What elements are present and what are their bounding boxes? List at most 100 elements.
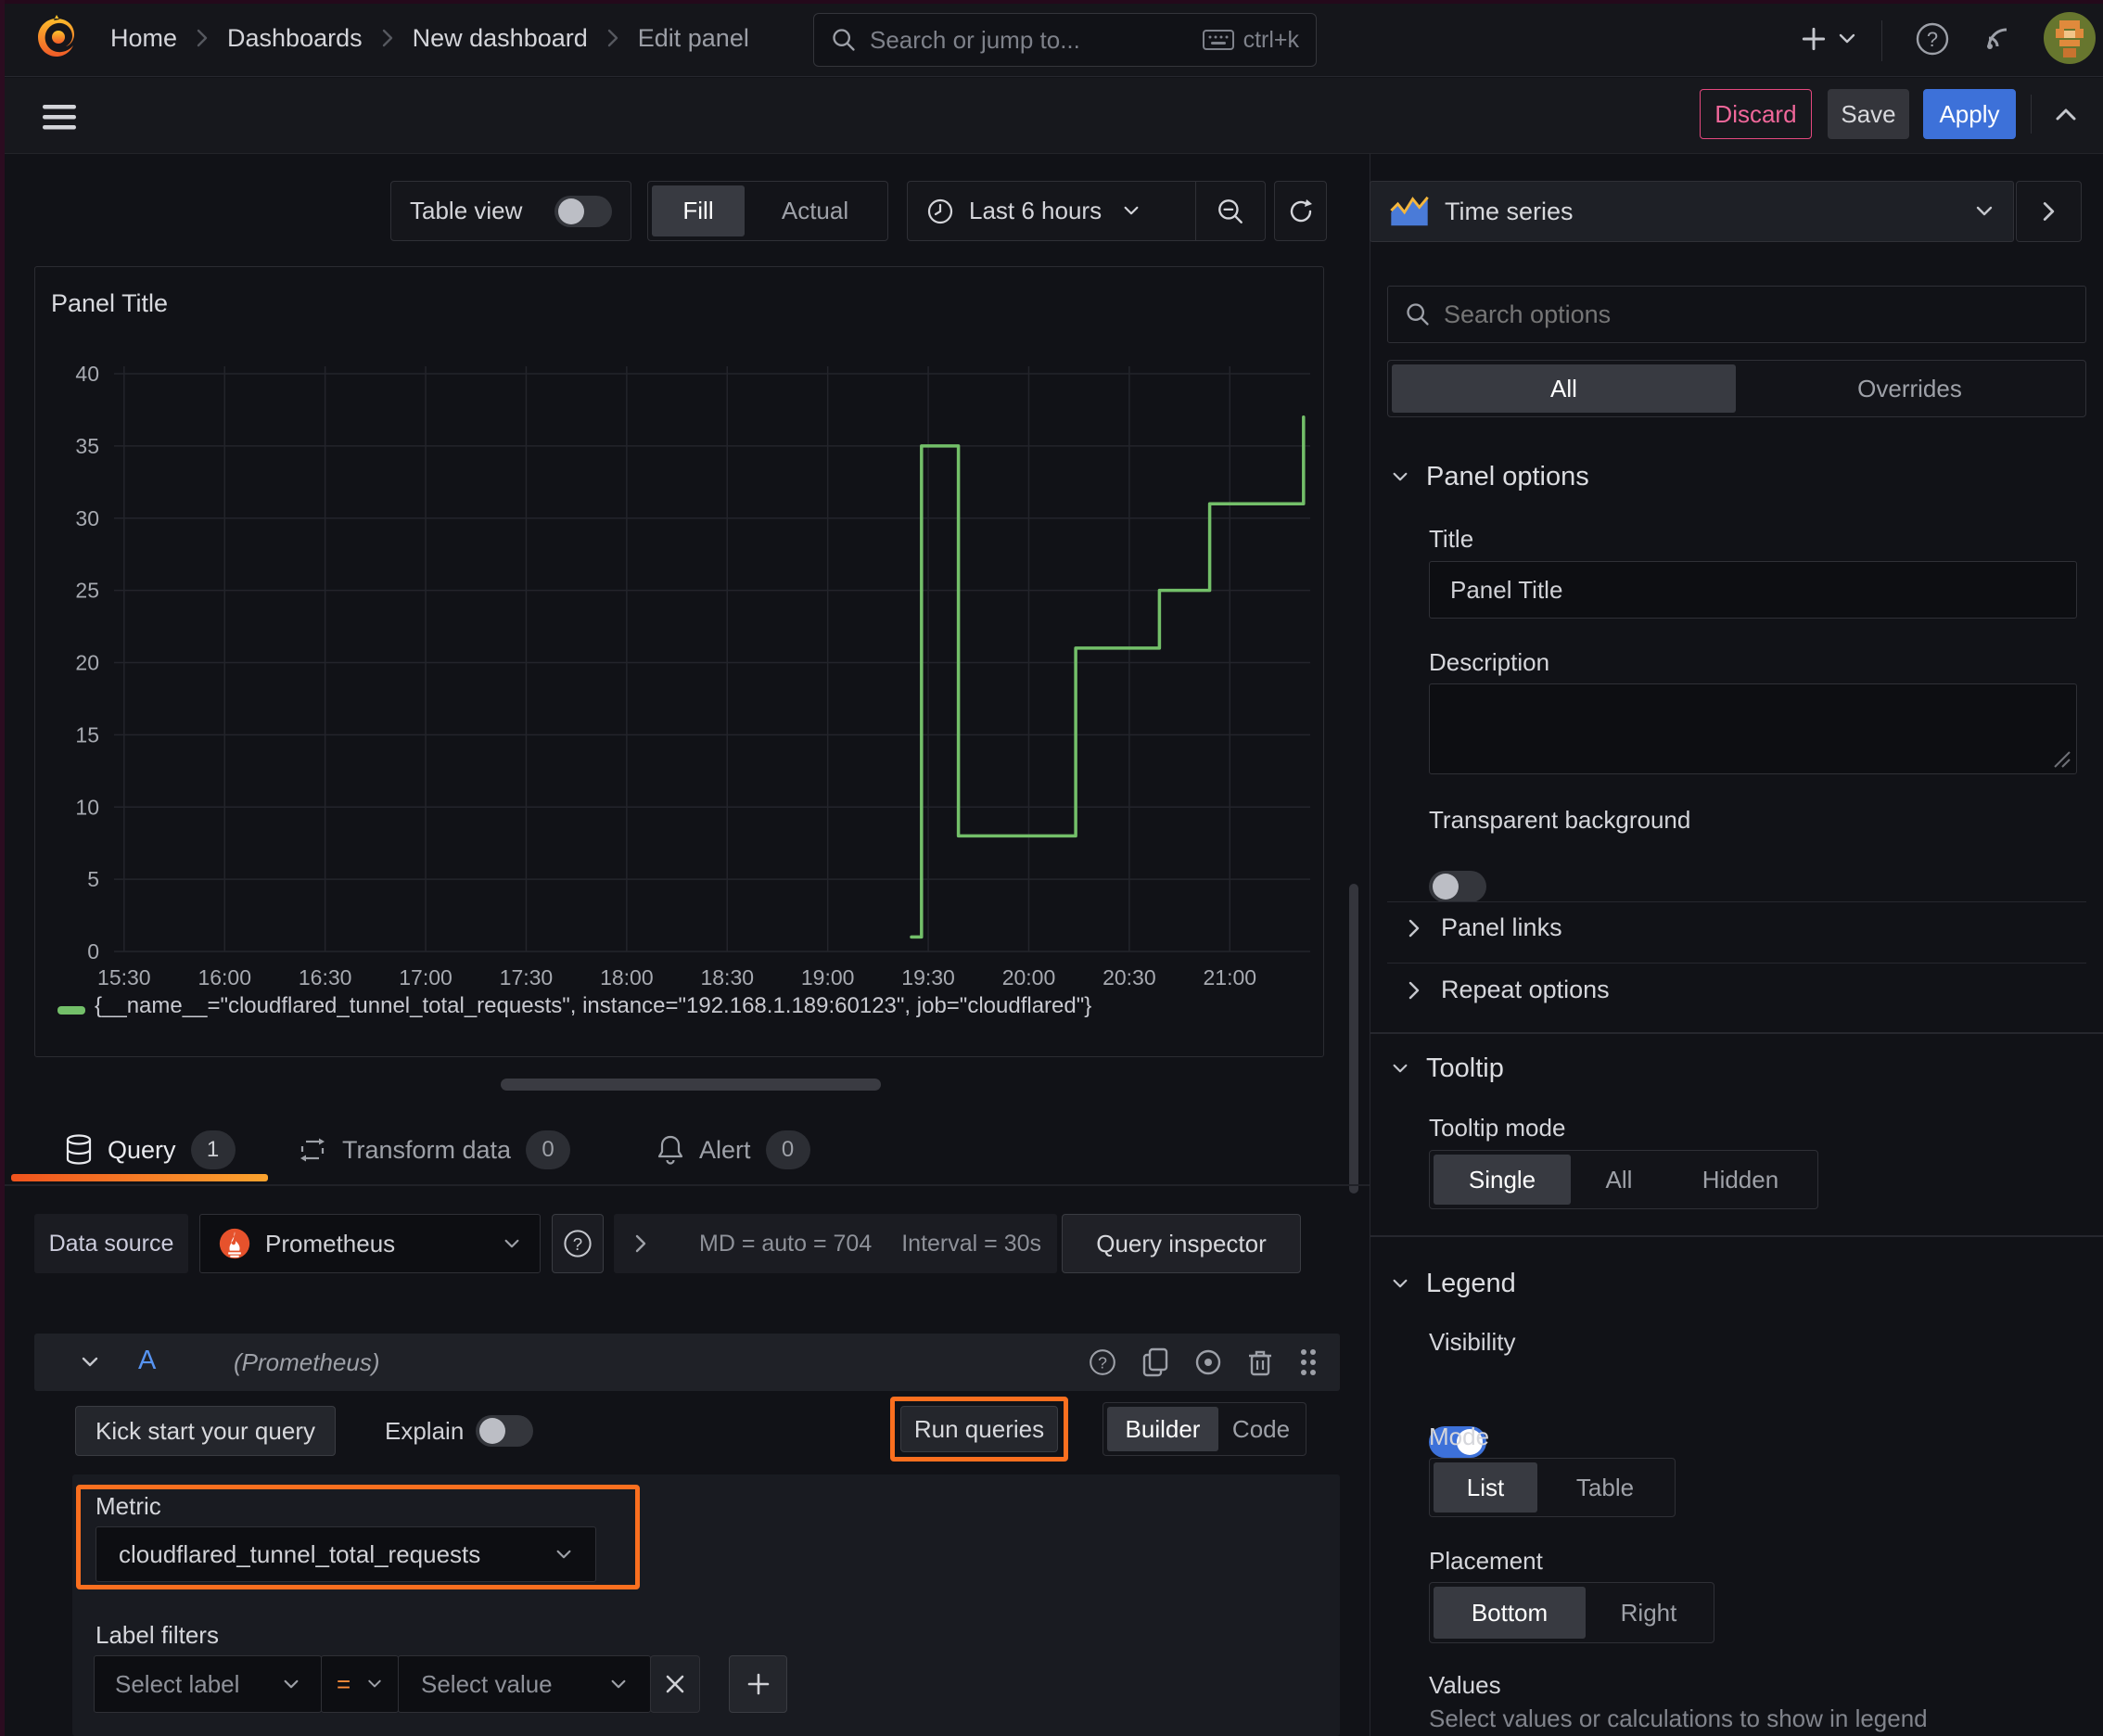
prometheus-icon [219, 1228, 250, 1259]
datasource-picker[interactable]: Prometheus [199, 1214, 541, 1273]
operator-dropdown[interactable]: = [321, 1655, 399, 1713]
svg-text:20:00: 20:00 [1002, 965, 1056, 989]
vertical-scrollbar[interactable] [1349, 884, 1358, 1194]
add-dropdown-toggle[interactable] [1834, 28, 1860, 50]
tooltip-single-option[interactable]: Single [1434, 1155, 1571, 1205]
legend-values-hint: Select values or calculations to show in… [1429, 1704, 1928, 1732]
svg-text:15:30: 15:30 [97, 965, 151, 989]
options-tab-all[interactable]: All [1392, 364, 1736, 413]
explain-toggle[interactable] [476, 1415, 533, 1447]
delete-query-button[interactable] [1247, 1347, 1273, 1377]
panel-title-input[interactable] [1429, 561, 2077, 619]
options-search[interactable] [1387, 286, 2086, 343]
placement-bottom-option[interactable]: Bottom [1434, 1587, 1586, 1639]
fill-option[interactable]: Fill [652, 185, 745, 236]
options-tab-overrides[interactable]: Overrides [1738, 364, 2082, 413]
breadcrumb-dashboards[interactable]: Dashboards [227, 24, 363, 53]
actual-option[interactable]: Actual [746, 185, 884, 236]
visualization-picker[interactable]: Time series [1370, 181, 2014, 242]
select-value-dropdown[interactable]: Select value [398, 1655, 651, 1713]
global-search[interactable]: ctrl+k [813, 13, 1317, 67]
search-input[interactable] [870, 25, 1190, 55]
repeat-options-header[interactable]: Repeat options [1408, 976, 1610, 1004]
add-filter-button[interactable] [729, 1655, 787, 1713]
breadcrumb-new-dashboard[interactable]: New dashboard [413, 24, 588, 53]
chevron-up-icon [2056, 108, 2076, 121]
chevron-right-icon [1408, 981, 1420, 999]
grafana-logo[interactable] [33, 13, 80, 65]
chevron-down-icon [1393, 472, 1408, 481]
discard-button[interactable]: Discard [1700, 89, 1812, 139]
tooltip-header[interactable]: Tooltip [1391, 1053, 1504, 1084]
help-button[interactable]: ? [1910, 19, 1955, 59]
refresh-button[interactable] [1274, 181, 1327, 241]
tooltip-all-option[interactable]: All [1573, 1155, 1665, 1205]
tab-alert[interactable]: Alert 0 [656, 1126, 810, 1174]
time-series-chart[interactable]: 0 5 10 15 20 25 30 35 40 15:30 16:00 16:30 17:00 17:3… [35, 267, 1325, 1058]
save-button[interactable]: Save [1828, 89, 1909, 139]
legend-series-label[interactable]: {__name__="cloudflared_tunnel_total_requ… [95, 993, 1091, 1019]
placement-right-option[interactable]: Right [1587, 1587, 1710, 1639]
toggle-knob [558, 198, 584, 224]
panel-options-header[interactable]: Panel options [1391, 462, 1589, 492]
collapse-query-button[interactable] [71, 1334, 108, 1391]
builder-option[interactable]: Builder [1107, 1407, 1218, 1451]
tab-query[interactable]: Query 1 [65, 1126, 236, 1174]
table-view-label: Table view [410, 197, 523, 224]
datasource-name: Prometheus [265, 1229, 396, 1257]
code-option[interactable]: Code [1220, 1407, 1302, 1451]
panel-links-header[interactable]: Panel links [1408, 913, 1562, 942]
svg-text:5: 5 [87, 867, 99, 891]
tab-transform[interactable]: Transform data 0 [298, 1126, 571, 1174]
legend-list-option[interactable]: List [1434, 1462, 1537, 1513]
add-button[interactable] [1793, 20, 1834, 57]
time-range-label: Last 6 hours [969, 197, 1102, 224]
chevron-right-icon [1408, 919, 1420, 937]
query-inspector-button[interactable]: Query inspector [1062, 1214, 1301, 1273]
panel-resize-handle[interactable] [501, 1079, 881, 1091]
legend-header[interactable]: Legend [1391, 1269, 1516, 1299]
clock-icon [927, 198, 953, 223]
options-search-input[interactable] [1444, 300, 2069, 329]
max-datapoints-stat: MD = auto = 704 [699, 1230, 873, 1257]
breadcrumb-home[interactable]: Home [110, 24, 177, 53]
chevron-down-icon [1976, 206, 1993, 216]
description-input[interactable] [1429, 683, 2077, 774]
transparent-background-toggle[interactable] [1429, 871, 1486, 902]
run-queries-button[interactable]: Run queries [900, 1406, 1058, 1452]
chevron-right-icon [382, 29, 392, 47]
time-range-button[interactable]: Last 6 hours [908, 182, 1195, 240]
collapse-options-button[interactable] [2046, 96, 2086, 132]
expand-stats-button[interactable] [614, 1214, 668, 1273]
toggle-viz-options-button[interactable] [2016, 181, 2082, 242]
description-label: Description [1429, 648, 1550, 676]
menu-button[interactable] [35, 96, 83, 137]
svg-text:21:00: 21:00 [1203, 965, 1256, 989]
metric-highlight: Metric cloudflared_tunnel_total_requests [76, 1485, 640, 1589]
svg-text:18:00: 18:00 [600, 965, 654, 989]
visualization-name: Time series [1445, 197, 1574, 225]
drag-query-handle[interactable] [1297, 1347, 1319, 1378]
news-button[interactable] [1975, 19, 2020, 59]
legend-table-option[interactable]: Table [1539, 1462, 1671, 1513]
query-ref-id[interactable]: A [138, 1346, 156, 1376]
datasource-help-button[interactable]: ? [552, 1214, 604, 1273]
chevron-down-icon [284, 1679, 299, 1688]
metric-select[interactable]: cloudflared_tunnel_total_requests [96, 1526, 596, 1582]
remove-filter-button[interactable] [650, 1655, 700, 1713]
table-view-toggle[interactable] [554, 195, 612, 227]
user-avatar[interactable] [2043, 11, 2097, 65]
zoom-out-button[interactable] [1196, 182, 1265, 240]
select-label-dropdown[interactable]: Select label [94, 1655, 322, 1713]
transform-icon [300, 1138, 325, 1162]
help-icon: ? [564, 1230, 592, 1257]
duplicate-query-button[interactable] [1141, 1347, 1169, 1377]
query-help-button[interactable]: ? [1088, 1347, 1117, 1377]
drag-dots-icon [1301, 1349, 1316, 1375]
close-icon [666, 1675, 684, 1693]
actions-divider [2031, 95, 2032, 134]
toggle-query-visibility-button[interactable] [1193, 1347, 1223, 1377]
kickstart-query-button[interactable]: Kick start your query [75, 1406, 336, 1456]
tooltip-hidden-option[interactable]: Hidden [1667, 1155, 1814, 1205]
apply-button[interactable]: Apply [1923, 89, 2016, 139]
